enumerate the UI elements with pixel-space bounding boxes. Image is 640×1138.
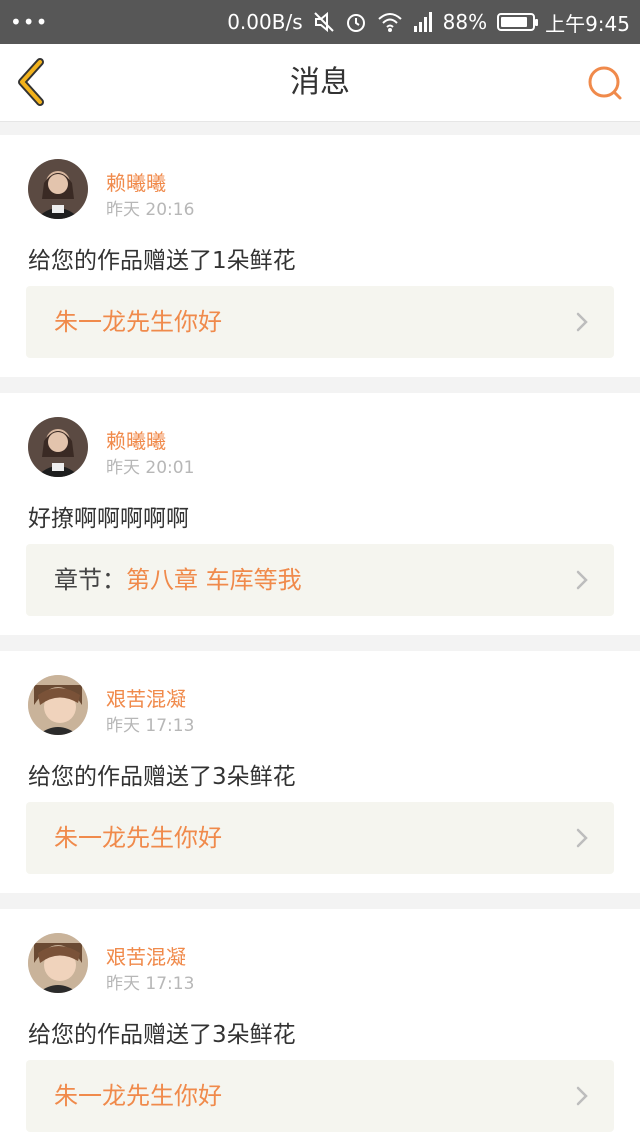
message-text: 给您的作品赠送了3朵鲜花 xyxy=(28,764,296,790)
username[interactable]: 赖曦曦 xyxy=(106,425,166,454)
work-link-label: 朱一龙先生你好 xyxy=(54,824,222,852)
message-card: 赖曦曦 昨天 20:01 好撩啊啊啊啊啊 章节：第八章 车库等我 xyxy=(0,393,640,635)
alarm-icon xyxy=(345,10,367,34)
message-card: 艰苦混凝 昨天 17:13 给您的作品赠送了3朵鲜花 朱一龙先生你好 xyxy=(0,909,640,1138)
wifi-icon xyxy=(377,10,403,34)
message-card: 艰苦混凝 昨天 17:13 给您的作品赠送了3朵鲜花 朱一龙先生你好 xyxy=(0,651,640,893)
signal-icon xyxy=(413,10,433,34)
timestamp: 昨天 17:13 xyxy=(106,716,195,736)
chapter-link-label: 章节：第八章 车库等我 xyxy=(54,566,302,594)
username[interactable]: 艰苦混凝 xyxy=(106,683,186,712)
message-text: 好撩啊啊啊啊啊 xyxy=(28,506,189,532)
chevron-right-icon xyxy=(576,828,588,848)
page-title: 消息 xyxy=(290,65,350,100)
avatar[interactable] xyxy=(28,933,88,993)
message-text: 给您的作品赠送了1朵鲜花 xyxy=(28,248,296,274)
search-icon xyxy=(588,66,622,100)
notification-dots: ••• xyxy=(10,10,49,34)
work-link-label: 朱一龙先生你好 xyxy=(54,1082,222,1110)
network-speed: 0.00B/s xyxy=(227,10,303,34)
mute-icon xyxy=(313,10,335,34)
avatar[interactable] xyxy=(28,417,88,477)
message-card: 赖曦曦 昨天 20:16 给您的作品赠送了1朵鲜花 朱一龙先生你好 xyxy=(0,135,640,377)
message-text: 给您的作品赠送了3朵鲜花 xyxy=(28,1022,296,1048)
timestamp: 昨天 20:01 xyxy=(106,458,195,478)
battery-percent: 88% xyxy=(442,10,488,34)
work-link[interactable]: 朱一龙先生你好 xyxy=(26,802,614,874)
search-button[interactable] xyxy=(586,64,624,102)
work-link[interactable]: 朱一龙先生你好 xyxy=(26,1060,614,1132)
work-link-label: 朱一龙先生你好 xyxy=(54,308,222,336)
chapter-link[interactable]: 章节：第八章 车库等我 xyxy=(26,544,614,616)
app-header: 消息 xyxy=(0,44,640,122)
message-list: 赖曦曦 昨天 20:16 给您的作品赠送了1朵鲜花 朱一龙先生你好 赖曦曦 昨天… xyxy=(0,123,640,1138)
status-bar-right: 0.00B/s 88% 上午9:45 xyxy=(227,0,630,44)
username[interactable]: 赖曦曦 xyxy=(106,167,166,196)
battery-icon xyxy=(497,13,539,31)
avatar[interactable] xyxy=(28,675,88,735)
status-bar: ••• 0.00B/s 88% 上午9:45 xyxy=(0,0,640,44)
avatar[interactable] xyxy=(28,159,88,219)
chevron-right-icon xyxy=(576,1086,588,1106)
timestamp: 昨天 17:13 xyxy=(106,974,195,994)
work-link[interactable]: 朱一龙先生你好 xyxy=(26,286,614,358)
clock: 上午9:45 xyxy=(545,11,630,36)
chevron-right-icon xyxy=(576,570,588,590)
timestamp: 昨天 20:16 xyxy=(106,200,195,220)
username[interactable]: 艰苦混凝 xyxy=(106,941,186,970)
chevron-right-icon xyxy=(576,312,588,332)
